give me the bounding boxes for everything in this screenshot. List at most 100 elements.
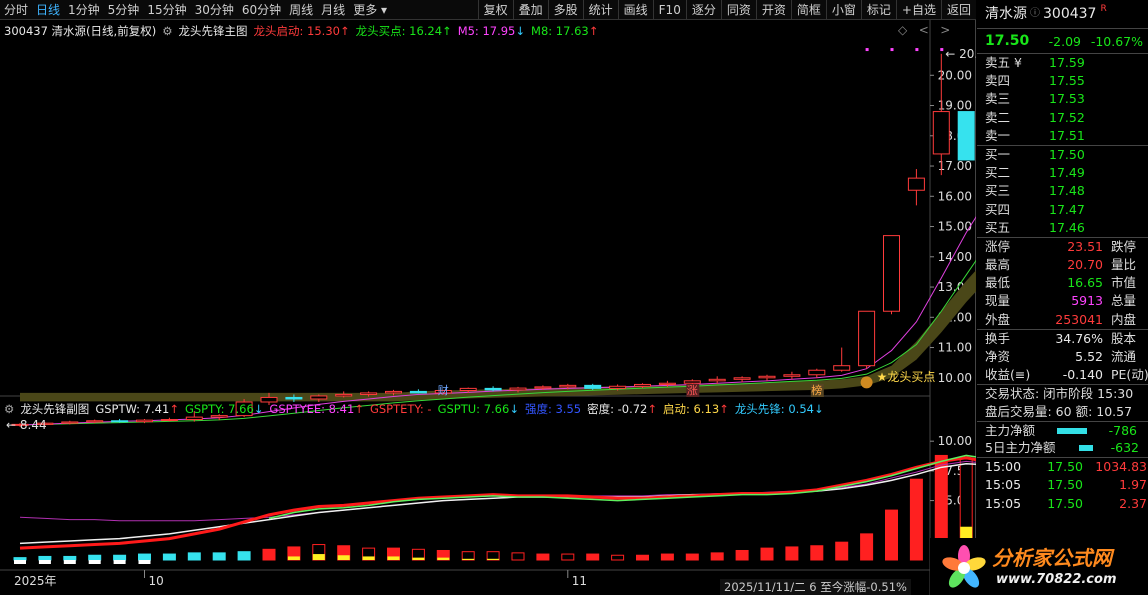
sub-bar bbox=[785, 546, 799, 561]
candle-body bbox=[360, 392, 378, 395]
period-tab-9[interactable]: 更多 ▾ bbox=[349, 0, 391, 20]
sell-book: 卖五 ¥ 17.59 卖四 17.55 卖三 17.53 卖二 17.52 卖一 17.51 bbox=[977, 53, 1148, 145]
trade-state: 交易状态: 闭市阶段 15:30 bbox=[977, 384, 1148, 402]
main-indicator-name[interactable]: 龙头先锋主图 bbox=[179, 23, 248, 39]
signal-dot bbox=[865, 48, 869, 52]
md-value: 龙头买点: 16.24↑ bbox=[355, 24, 452, 38]
launch: 启动: 6.13↑ bbox=[663, 402, 729, 416]
period-tab-8[interactable]: 月线 bbox=[317, 0, 349, 20]
sell-label: 卖一 bbox=[985, 127, 1011, 143]
toolbar-button-10[interactable]: 小窗 bbox=[825, 0, 861, 20]
candle-body bbox=[335, 393, 353, 397]
period-tab-7[interactable]: 周线 bbox=[285, 0, 317, 20]
sell-price: 17.59 bbox=[1049, 55, 1085, 70]
stat-value: 23.51 bbox=[1067, 238, 1103, 254]
event-marker: 涨 bbox=[687, 384, 698, 397]
candle-body bbox=[559, 384, 577, 388]
period-tab-3[interactable]: 5分钟 bbox=[104, 0, 144, 20]
toolbar-button-13[interactable]: 返回 bbox=[940, 0, 976, 20]
stat-label: 收益(≡) bbox=[985, 367, 1031, 383]
toolbar-button-12[interactable]: +自选 bbox=[895, 0, 941, 20]
main-net5-bar bbox=[1073, 439, 1099, 457]
sub-indicator-name[interactable]: 龙头先锋副图 bbox=[20, 401, 89, 417]
candle-body bbox=[136, 419, 153, 423]
stat-label-2: 流通 bbox=[1111, 349, 1137, 364]
chart-area: 20.00 19.00 18.00 17.00 16.00 15.00 14.00 13.00… bbox=[0, 20, 976, 595]
sell-price: 17.51 bbox=[1049, 127, 1085, 143]
candle-body bbox=[883, 235, 900, 312]
sub-bar bbox=[909, 478, 923, 561]
candle-body bbox=[459, 387, 477, 392]
buy-price: 17.49 bbox=[1049, 165, 1085, 181]
stat-label-2: 量比 bbox=[1111, 257, 1137, 273]
tick-price: 17.50 bbox=[1047, 459, 1083, 475]
toolbar-button-9[interactable]: 简框 bbox=[790, 0, 826, 20]
kline-chart[interactable]: 20.0019.0018.0017.0016.0015.0014.0013.00… bbox=[0, 20, 976, 595]
candle-body bbox=[658, 382, 676, 385]
info-icon[interactable]: ⓘ bbox=[1027, 0, 1043, 28]
sub-magenta-line bbox=[19, 460, 976, 522]
density: 密度: -0.72↑ bbox=[587, 402, 658, 416]
period-tab-5[interactable]: 30分钟 bbox=[191, 0, 238, 20]
sell-label: 卖五 ¥ bbox=[985, 55, 1022, 70]
stat-row: 换手 34.76% 股本 bbox=[977, 330, 1148, 348]
candle-body bbox=[634, 383, 651, 387]
money-bag-icon bbox=[860, 376, 873, 389]
period-tab-6[interactable]: 60分钟 bbox=[238, 0, 285, 20]
baseline-mark bbox=[88, 560, 101, 564]
sub-bar bbox=[685, 553, 699, 561]
sub-bar bbox=[760, 547, 774, 561]
candle-body bbox=[907, 177, 925, 191]
stat-value: 5.52 bbox=[1075, 349, 1103, 364]
toolbar-button-7[interactable]: 同资 bbox=[720, 0, 756, 20]
left-arrow-icon[interactable]: < bbox=[919, 23, 929, 37]
toolbar-button-1[interactable]: 叠加 bbox=[512, 0, 548, 20]
period-tab-4[interactable]: 15分钟 bbox=[143, 0, 190, 20]
signal-dot bbox=[890, 48, 894, 52]
main-net5-label: 5日主力净额 bbox=[985, 439, 1056, 455]
toolbar-button-6[interactable]: 逐分 bbox=[685, 0, 721, 20]
stat-row: 涨停 23.51 跌停 bbox=[977, 238, 1148, 256]
buy-level: 买五 17.46 bbox=[977, 219, 1148, 237]
toolbar-button-2[interactable]: 多股 bbox=[547, 0, 583, 20]
stat-label-2: 股本 bbox=[1111, 330, 1137, 346]
buy-level: 买二 17.49 bbox=[977, 164, 1148, 182]
m5-value: M5: 17.95↓ bbox=[457, 24, 526, 38]
toolbar-button-5[interactable]: F10 bbox=[652, 0, 686, 20]
sub-bar bbox=[88, 554, 102, 561]
main-net-row: 主力净额 -786 bbox=[977, 420, 1148, 439]
main-indicator-icon[interactable]: ⚙ bbox=[162, 24, 172, 38]
right-arrow-icon[interactable]: > bbox=[940, 23, 950, 37]
tick-time: 15:05 bbox=[985, 495, 1022, 511]
toolbar-button-3[interactable]: 统计 bbox=[582, 0, 618, 20]
toolbar-button-0[interactable]: 复权 bbox=[477, 0, 513, 20]
period-tab-1[interactable]: 日线 bbox=[32, 0, 64, 20]
gsptety: GSPTETY: - bbox=[369, 402, 432, 416]
high-price-label: ← 20.71 bbox=[945, 47, 976, 61]
sub-bar bbox=[212, 552, 226, 561]
stat-label-2: 跌停 bbox=[1111, 238, 1137, 254]
sub-bar-yellow bbox=[487, 558, 500, 560]
stock-code: 300437 bbox=[1043, 6, 1097, 22]
toolbar-button-11[interactable]: 标记 bbox=[860, 0, 896, 20]
stat-label: 外盘 bbox=[985, 311, 1011, 327]
stat-label-2: 总量 bbox=[1111, 293, 1137, 309]
price-row: 17.50 -2.09 -10.67% bbox=[977, 28, 1148, 53]
toolbar-button-4[interactable]: 画线 bbox=[617, 0, 653, 20]
tick-volume: 2.37 bbox=[1119, 495, 1147, 511]
sub-bar bbox=[63, 555, 77, 561]
sub-bar-yellow bbox=[387, 556, 400, 560]
period-tab-0[interactable]: 分时 bbox=[0, 0, 32, 20]
candle-body bbox=[285, 396, 303, 400]
sell-level: 卖四 17.55 bbox=[977, 72, 1148, 90]
period-tab-2[interactable]: 1分钟 bbox=[64, 0, 104, 20]
toolbar-button-8[interactable]: 开资 bbox=[755, 0, 791, 20]
sub-bar bbox=[461, 551, 475, 561]
sub-bar bbox=[113, 554, 127, 561]
sub-bar bbox=[237, 551, 251, 561]
main-net-value: -786 bbox=[1108, 422, 1137, 438]
stat-label: 涨停 bbox=[985, 238, 1011, 254]
sub-indicator-icon[interactable]: ⚙ bbox=[4, 402, 14, 416]
candle-body bbox=[111, 420, 129, 423]
diamond-icon[interactable]: ◇ bbox=[898, 23, 907, 37]
